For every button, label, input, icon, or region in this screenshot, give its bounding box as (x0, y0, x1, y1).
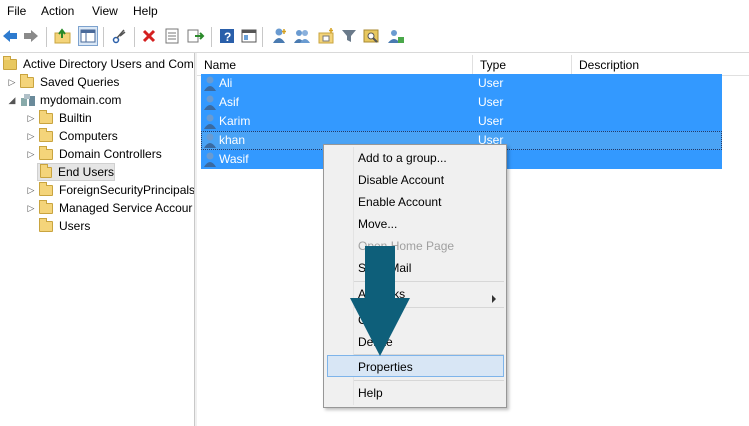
tree-item-managed-service-accounts[interactable]: ▷ Managed Service Accour (26, 199, 192, 217)
row-name: Ali (219, 76, 233, 90)
menu-item-disable-account[interactable]: Disable Account (358, 169, 444, 191)
menu-highlight (327, 355, 504, 377)
row-name: Asif (219, 95, 240, 109)
cut-icon[interactable] (110, 26, 130, 46)
show-console-tree-icon[interactable] (78, 26, 98, 46)
ou-folder-icon (39, 145, 53, 160)
menu-help[interactable]: Help (133, 4, 158, 18)
menu-view[interactable]: View (92, 4, 118, 18)
menu-bar: File Action View Help (0, 0, 749, 22)
new-group-icon[interactable] (292, 26, 312, 46)
tree-item-label: Managed Service Accour (59, 201, 193, 215)
annotation-arrow-icon (350, 246, 410, 356)
tree-item-domain[interactable]: ◢ mydomain.com (7, 91, 122, 109)
add-to-group-icon[interactable] (386, 26, 406, 46)
menu-item-move[interactable]: Move... (358, 213, 397, 235)
tree-root-label: Active Directory Users and Com (23, 57, 194, 71)
row-name: Wasif (219, 152, 249, 166)
tree-item-label: ForeignSecurityPrincipals (59, 183, 195, 197)
list-header: Name Type Description (197, 55, 749, 76)
new-ou-icon[interactable] (316, 26, 336, 46)
delete-icon[interactable] (139, 26, 159, 46)
user-icon (204, 152, 216, 167)
expand-icon[interactable]: ▷ (26, 149, 36, 159)
user-icon (204, 133, 216, 148)
aduc-root-icon (3, 55, 17, 70)
tree-item-label: mydomain.com (40, 93, 122, 107)
row-type: User (478, 95, 504, 109)
domain-icon (20, 93, 36, 107)
tree-item-domain-controllers[interactable]: ▷ Domain Controllers (26, 145, 162, 163)
expand-icon[interactable]: ▷ (7, 77, 17, 87)
help-icon[interactable]: ? (217, 26, 237, 46)
column-header-description[interactable]: Description (572, 55, 749, 75)
expand-icon[interactable]: ▷ (26, 113, 36, 123)
toolbar: ? (0, 22, 749, 53)
row-name: khan (219, 133, 246, 147)
column-header-name[interactable]: Name (197, 55, 473, 75)
tree-item-label: Saved Queries (40, 75, 120, 89)
menu-item-enable-account[interactable]: Enable Account (358, 191, 441, 213)
folder-icon (39, 217, 53, 232)
submenu-arrow-icon (492, 295, 496, 303)
row-name: Karim (219, 114, 251, 128)
menu-item-help[interactable]: Help (358, 382, 383, 404)
row-type: User (478, 76, 504, 90)
menu-file[interactable]: File (7, 4, 26, 18)
folder-icon (39, 199, 53, 214)
menu-item-add-to-group[interactable]: Add to a group... (358, 147, 447, 169)
folder-icon (39, 181, 53, 196)
user-icon (204, 76, 216, 91)
folder-icon (39, 127, 53, 142)
tree-item-computers[interactable]: ▷ Computers (26, 127, 118, 145)
filter-icon[interactable] (339, 26, 359, 46)
tree-item-label: Users (59, 219, 91, 233)
user-icon (204, 95, 216, 110)
table-row[interactable]: Karim User (201, 112, 722, 131)
folder-icon (20, 73, 34, 88)
tree-item-label: Domain Controllers (59, 147, 162, 161)
column-header-type[interactable]: Type (473, 55, 572, 75)
properties-icon[interactable] (162, 26, 182, 46)
menu-item-properties[interactable]: Properties (358, 356, 413, 378)
tree-item-label: Builtin (59, 111, 92, 125)
expand-icon[interactable]: ▷ (26, 203, 36, 213)
console-icon[interactable] (239, 26, 259, 46)
tree-item-label: End Users (57, 165, 114, 179)
tree-item-foreign-security-principals[interactable]: ▷ ForeignSecurityPrincipals (26, 181, 195, 199)
expand-icon[interactable]: ▷ (26, 131, 36, 141)
svg-text:?: ? (224, 30, 231, 44)
collapse-icon[interactable]: ◢ (7, 95, 17, 105)
table-row[interactable]: Asif User (201, 93, 722, 112)
find-icon[interactable] (362, 26, 382, 46)
up-folder-icon[interactable] (53, 26, 73, 46)
console-tree: Active Directory Users and Com ▷ Saved Q… (0, 53, 195, 426)
ou-folder-icon (40, 163, 52, 178)
forward-icon[interactable] (21, 26, 41, 46)
tree-item-end-users[interactable]: End Users (37, 163, 115, 181)
table-row[interactable]: Ali User (201, 74, 722, 93)
new-user-icon[interactable] (269, 26, 289, 46)
expand-icon[interactable]: ▷ (26, 185, 36, 195)
export-list-icon[interactable] (186, 26, 206, 46)
folder-icon (39, 109, 53, 124)
user-icon (204, 114, 216, 129)
menu-action[interactable]: Action (41, 4, 74, 18)
row-type: User (478, 114, 504, 128)
tree-item-builtin[interactable]: ▷ Builtin (26, 109, 92, 127)
tree-root[interactable]: Active Directory Users and Com (3, 55, 194, 73)
tree-item-saved-queries[interactable]: ▷ Saved Queries (7, 73, 119, 91)
tree-item-label: Computers (59, 129, 118, 143)
tree-item-users[interactable]: Users (39, 217, 90, 235)
back-icon[interactable] (0, 26, 20, 46)
